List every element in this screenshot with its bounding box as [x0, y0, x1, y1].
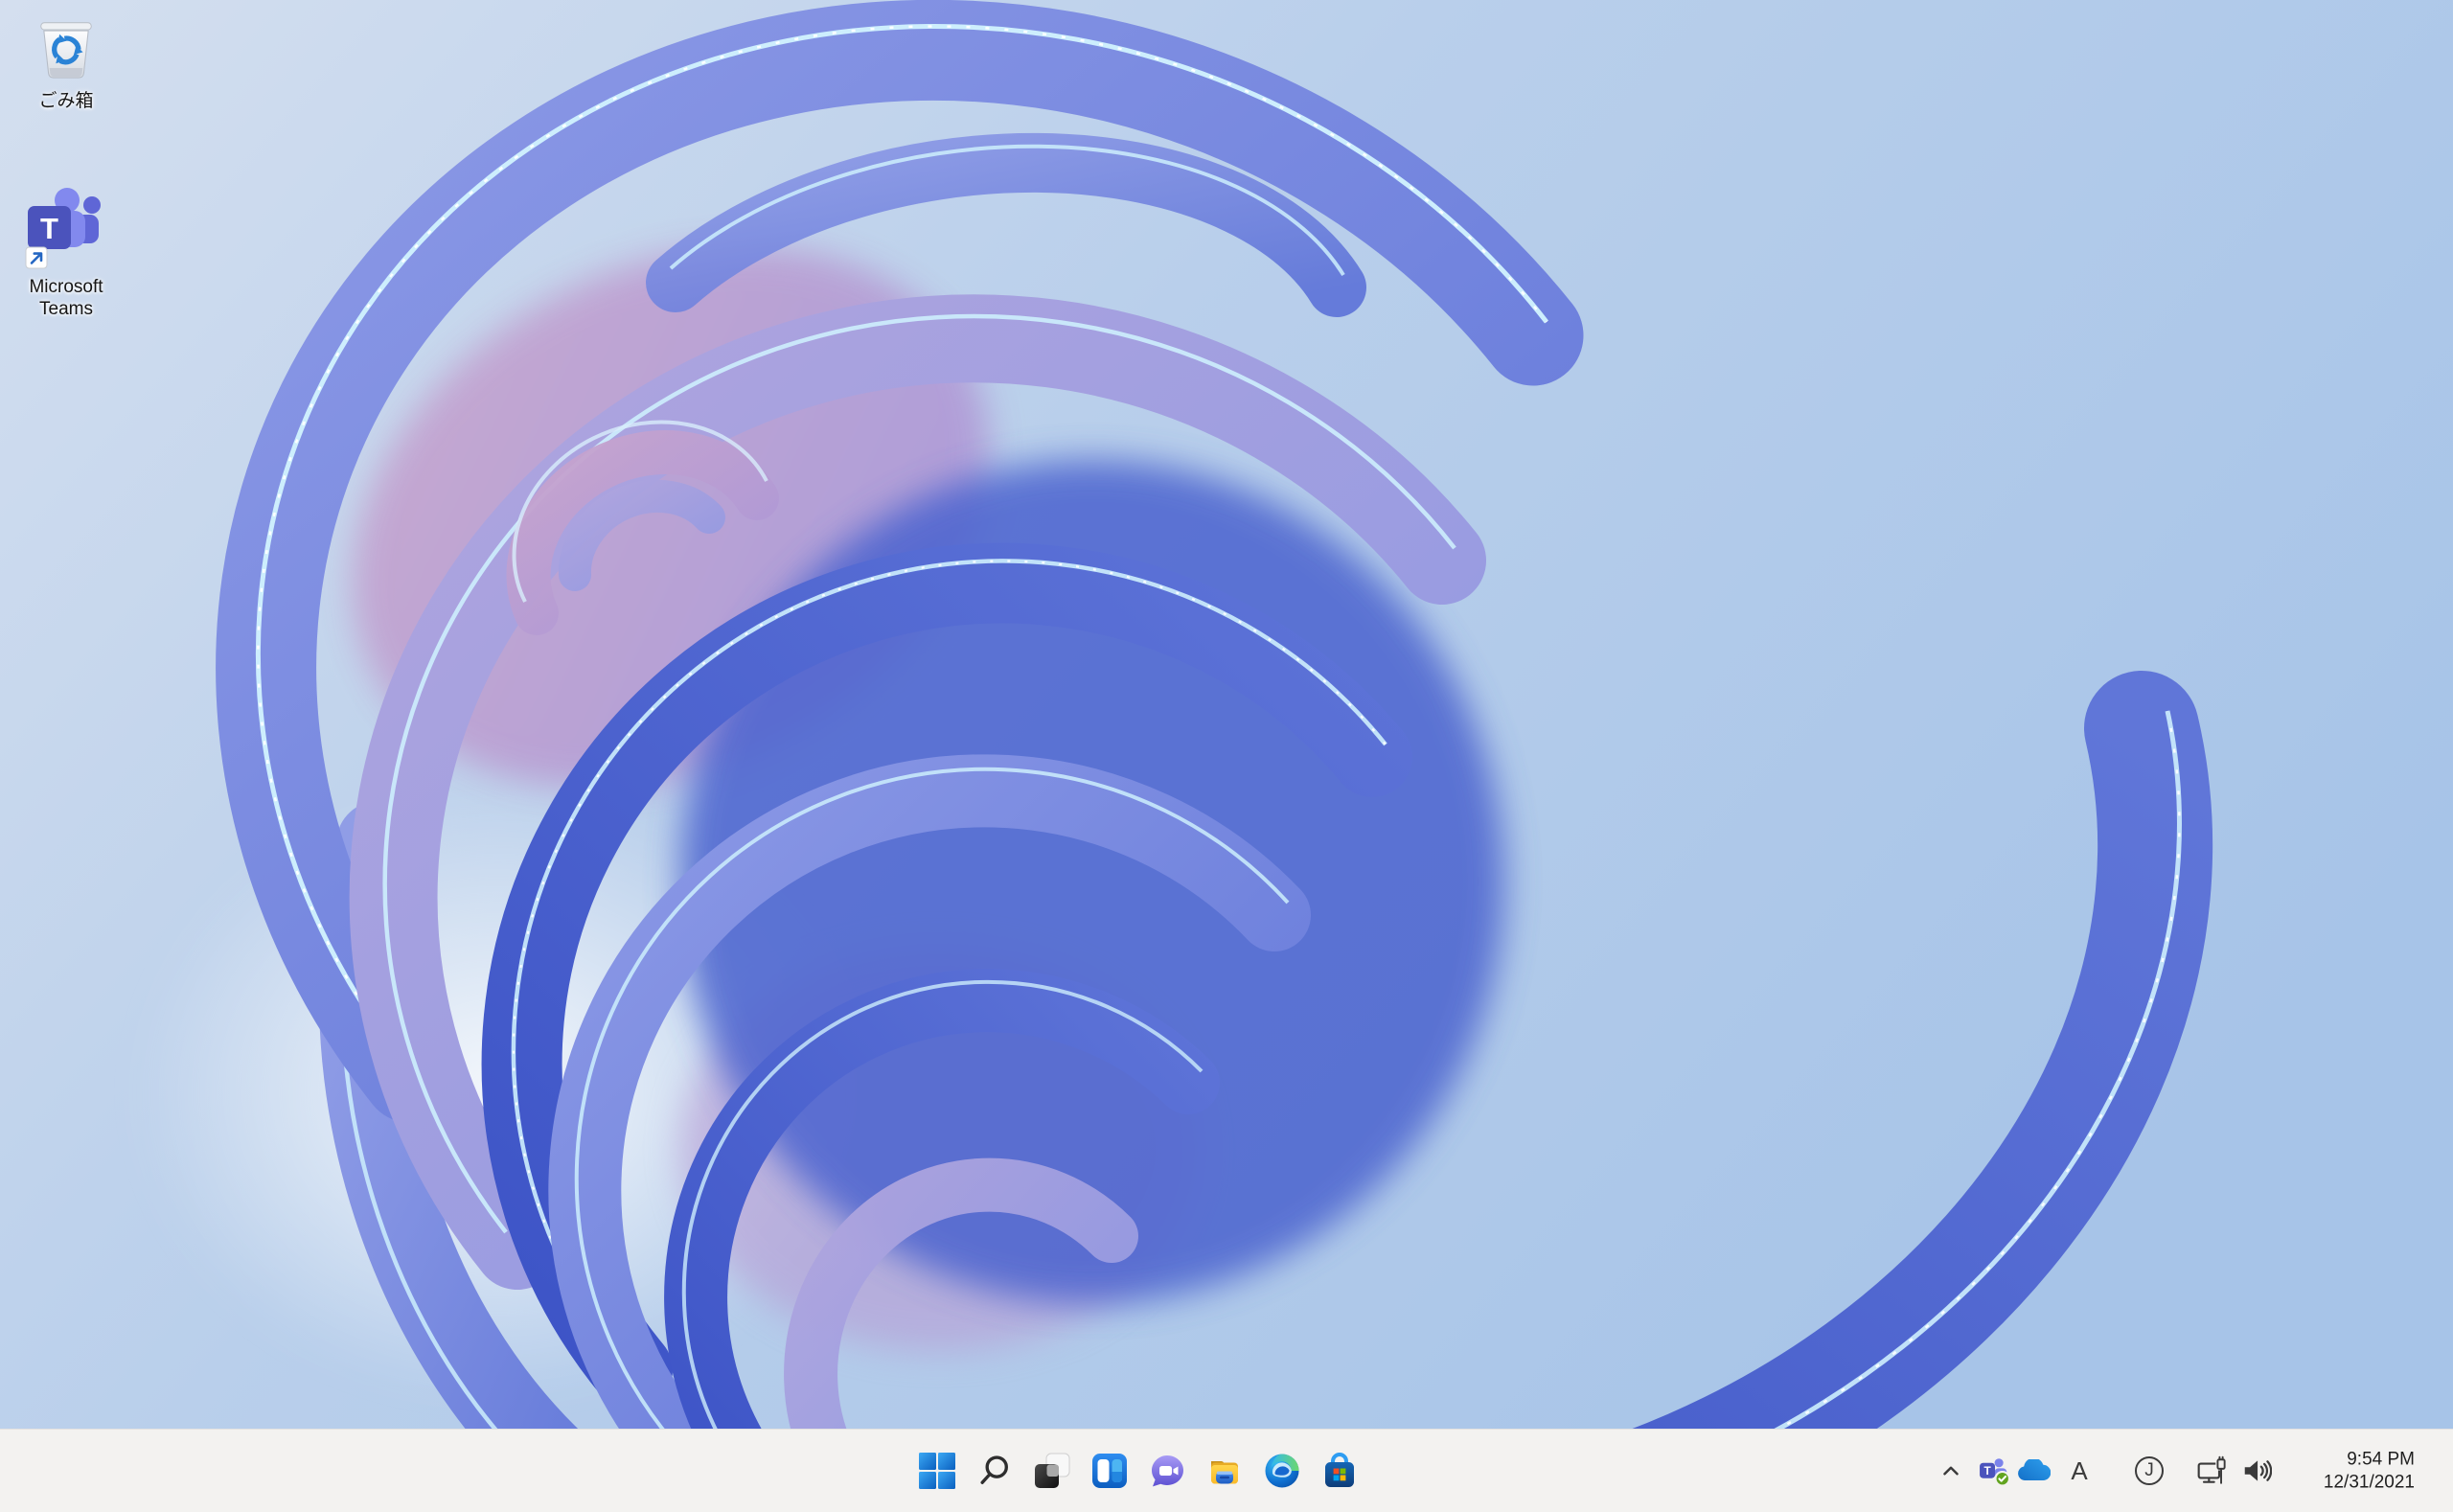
onedrive-icon	[2016, 1459, 2051, 1482]
taskbar-clock[interactable]: 9:54 PM 12/31/2021	[2318, 1444, 2420, 1497]
chevron-up-icon	[1937, 1457, 1964, 1484]
taskbar-center-buttons	[912, 1430, 1364, 1512]
tray-network-button[interactable]	[2190, 1450, 2233, 1492]
widgets-icon	[1091, 1453, 1128, 1489]
hidden-icons-button[interactable]	[1930, 1450, 1972, 1492]
volume-icon	[2241, 1455, 2272, 1486]
wallpaper-bloom	[0, 0, 2453, 1512]
microsoft-teams-icon: T	[22, 186, 110, 272]
start-button[interactable]	[912, 1446, 962, 1496]
tray-volume-button[interactable]	[2235, 1450, 2278, 1492]
clock-date: 12/31/2021	[2324, 1471, 2415, 1494]
chat-icon	[1149, 1453, 1185, 1489]
clock-time: 9:54 PM	[2324, 1448, 2415, 1471]
microsoft-teams-label: Microsoft Teams	[10, 276, 123, 320]
tray-onedrive-button[interactable]	[2012, 1450, 2054, 1492]
tray-ime-badge-button[interactable]: J	[2128, 1450, 2170, 1492]
tray-ime-mode-button[interactable]: A	[2058, 1450, 2100, 1492]
svg-text:T: T	[40, 212, 58, 245]
file-explorer-button[interactable]	[1200, 1446, 1249, 1496]
desktop-icon-microsoft-teams[interactable]: T Microsoft Teams	[7, 186, 126, 320]
store-button[interactable]	[1315, 1446, 1364, 1496]
desktop-icon-recycle-bin[interactable]: ごみ箱	[7, 10, 126, 112]
file-explorer-icon	[1206, 1453, 1243, 1489]
recycle-bin-icon	[30, 10, 103, 86]
widgets-button[interactable]	[1085, 1446, 1135, 1496]
start-icon	[919, 1453, 955, 1489]
taskbar: T A J	[0, 1429, 2453, 1512]
search-button[interactable]	[970, 1446, 1020, 1496]
circled-j-icon: J	[2135, 1456, 2164, 1485]
edge-button[interactable]	[1257, 1446, 1307, 1496]
svg-text:T: T	[1983, 1464, 1991, 1478]
network-wired-icon	[2196, 1455, 2227, 1486]
edge-icon	[1264, 1453, 1300, 1489]
recycle-bin-label: ごみ箱	[38, 90, 93, 112]
teams-status-icon: T	[1978, 1455, 2011, 1487]
search-icon	[976, 1453, 1013, 1489]
task-view-button[interactable]	[1027, 1446, 1077, 1496]
tray-teams-button[interactable]: T	[1973, 1450, 2015, 1492]
task-view-icon	[1034, 1453, 1070, 1489]
ime-mode-indicator: A	[2071, 1456, 2087, 1486]
chat-button[interactable]	[1142, 1446, 1192, 1496]
ime-badge-letter: J	[2144, 1460, 2154, 1481]
store-icon	[1321, 1453, 1358, 1489]
